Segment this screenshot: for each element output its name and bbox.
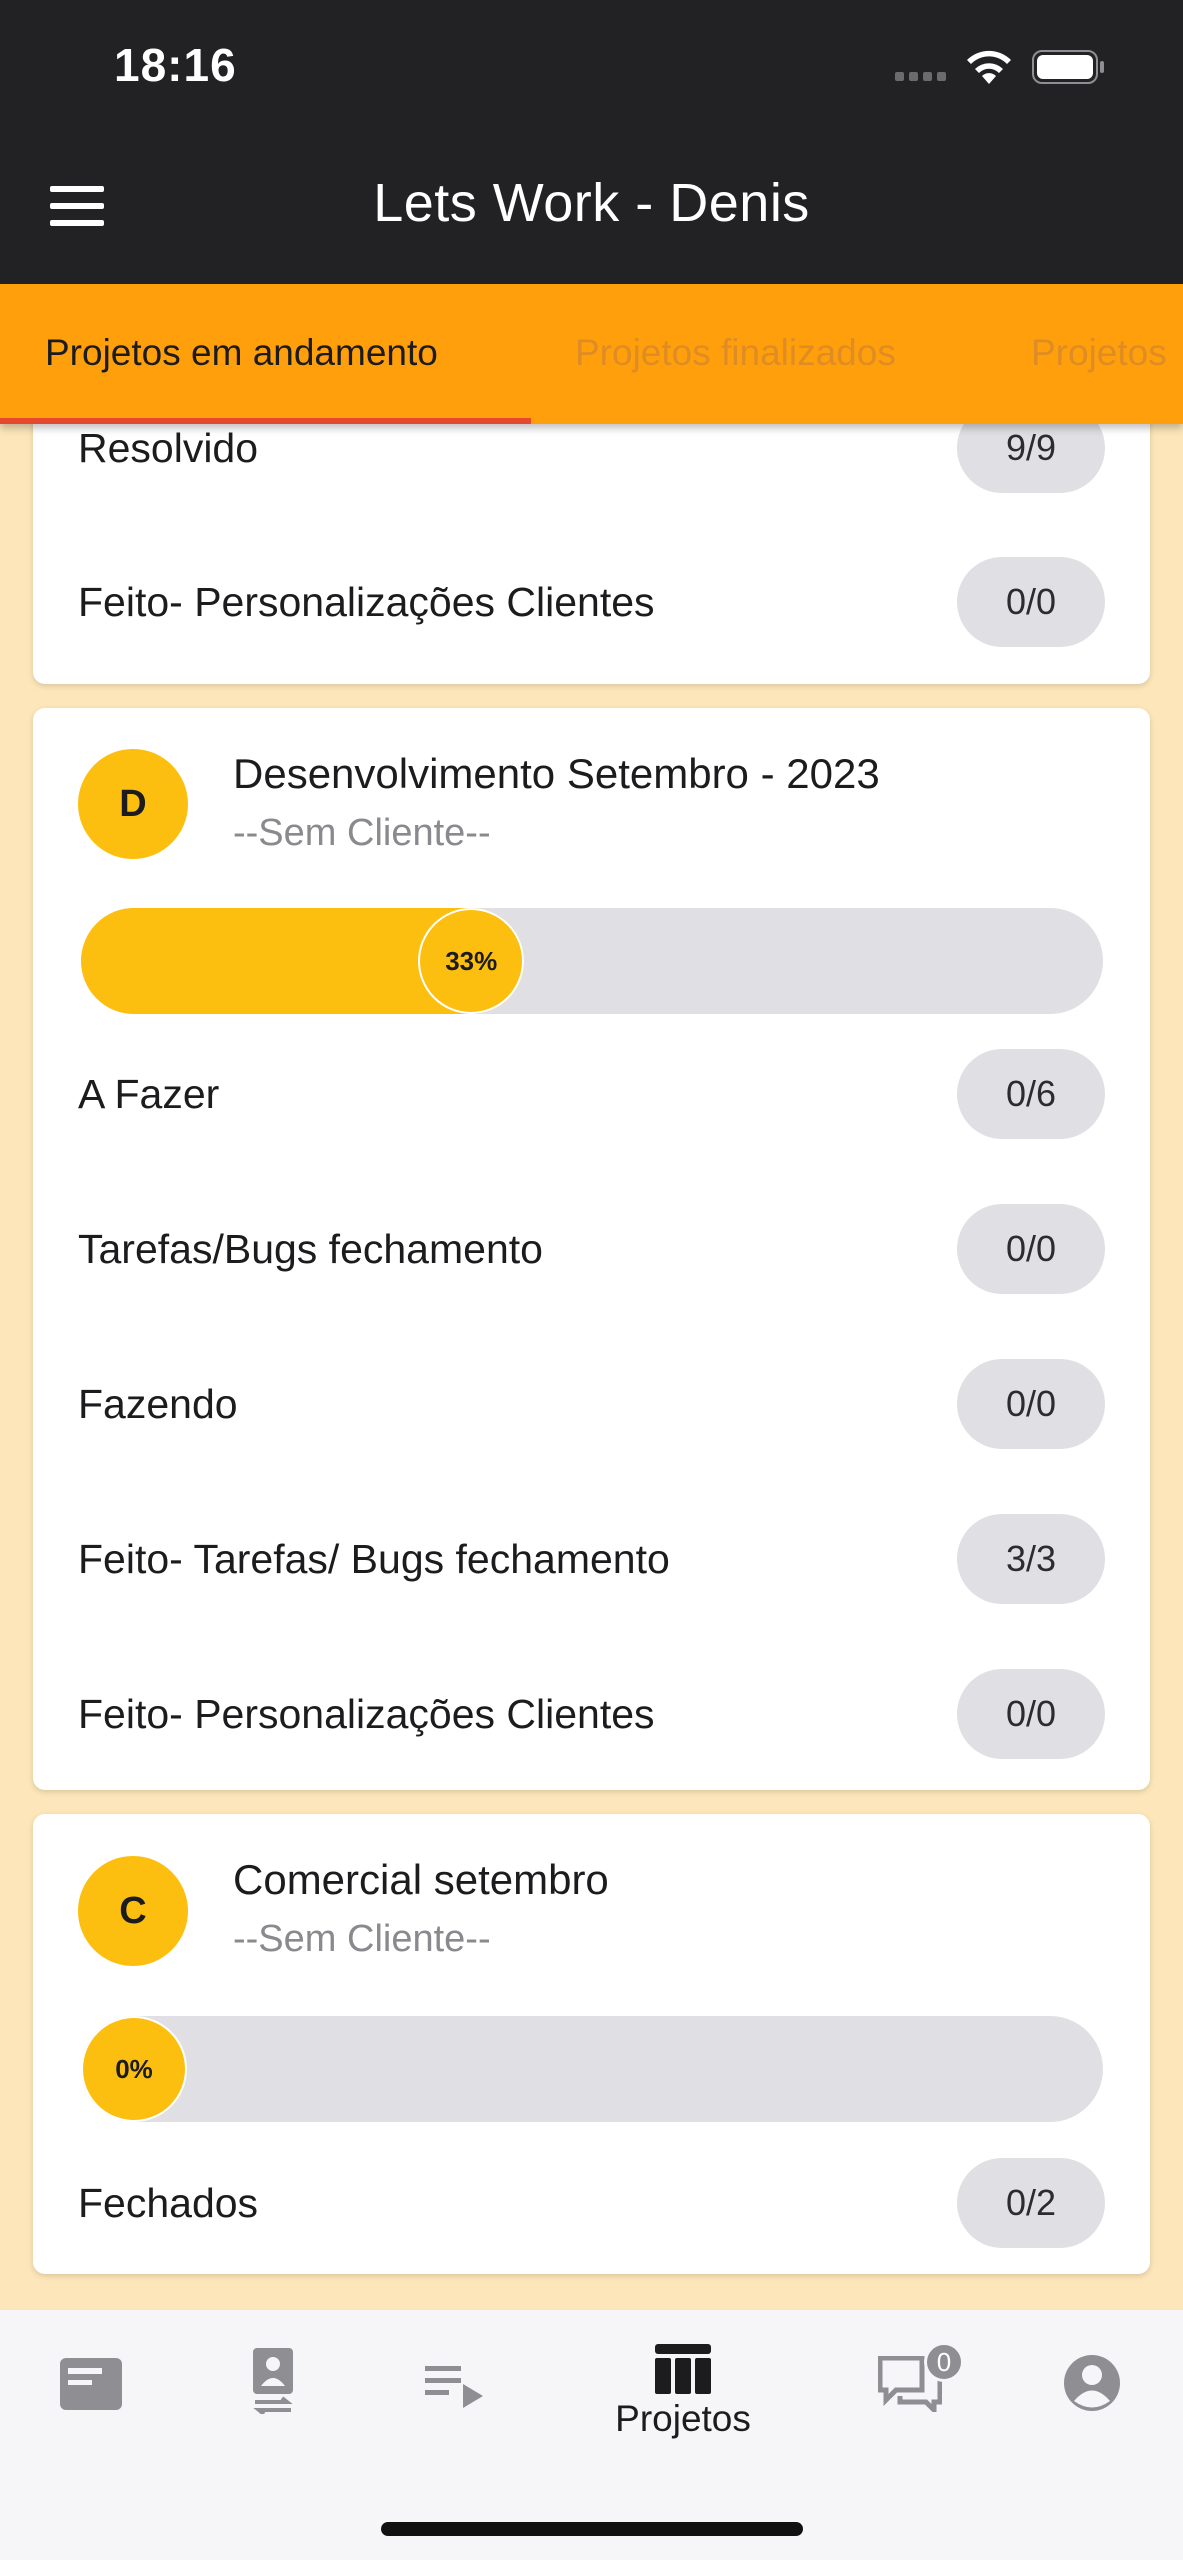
card-icon xyxy=(60,2358,122,2410)
count-badge: 0/6 xyxy=(957,1049,1105,1139)
wifi-icon xyxy=(967,50,1011,84)
list-item-label: Feito- Tarefas/ Bugs fechamento xyxy=(78,1535,670,1582)
cellular-signal-icon xyxy=(895,72,946,81)
project-title: Desenvolvimento Setembro - 2023 xyxy=(233,750,880,797)
list-item[interactable]: Feito- Tarefas/ Bugs fechamento 3/3 xyxy=(78,1514,1105,1604)
list-item[interactable]: Fazendo 0/0 xyxy=(78,1359,1105,1449)
nav-projetos[interactable]: Projetos xyxy=(615,2340,751,2460)
count-badge: 9/9 xyxy=(957,424,1105,493)
list-item[interactable]: Feito- Personalizações Clientes 0/0 xyxy=(78,1669,1105,1759)
nav-chat[interactable]: 0 xyxy=(850,2340,970,2460)
project-card: Resolvido 9/9 Feito- Personalizações Cli… xyxy=(33,424,1150,684)
profile-icon xyxy=(1064,2355,1120,2411)
contact-transfer-icon xyxy=(253,2348,293,2414)
battery-icon xyxy=(1032,50,1104,84)
avatar: C xyxy=(78,1856,188,1966)
list-item-label: Resolvido xyxy=(78,424,259,471)
playlist-icon xyxy=(425,2366,483,2408)
list-item[interactable]: Fechados 0/2 xyxy=(78,2158,1105,2248)
app-title: Lets Work - Denis xyxy=(373,173,810,233)
list-item-label: Fechados xyxy=(78,2179,259,2226)
tab-projects-finished[interactable]: Projetos finalizados xyxy=(575,332,896,374)
nav-contacts[interactable] xyxy=(213,2340,333,2460)
project-client: --Sem Cliente-- xyxy=(233,1918,491,1960)
count-badge: 0/2 xyxy=(957,2158,1105,2248)
project-list[interactable]: Resolvido 9/9 Feito- Personalizações Cli… xyxy=(0,424,1183,2310)
nav-label-projetos: Projetos xyxy=(615,2398,751,2439)
list-item-label: Tarefas/Bugs fechamento xyxy=(78,1225,543,1272)
app-header: 18:16 Lets Work - Denis xyxy=(0,0,1183,284)
list-item-label: A Fazer xyxy=(78,1070,220,1117)
tab-bar: Projetos em andamento Projetos finalizad… xyxy=(0,284,1183,424)
nav-cards[interactable] xyxy=(31,2340,151,2460)
count-badge: 0/0 xyxy=(957,557,1105,647)
list-item[interactable]: Tarefas/Bugs fechamento 0/0 xyxy=(78,1204,1105,1294)
tab-projects-other[interactable]: Projetos xyxy=(1031,332,1167,374)
count-badge: 0/0 xyxy=(957,1204,1105,1294)
status-time: 18:16 xyxy=(114,39,237,91)
home-indicator xyxy=(381,2522,803,2536)
list-item[interactable]: Resolvido 9/9 xyxy=(78,424,1105,493)
progress-bar: 0% xyxy=(81,2016,1103,2122)
progress-percent: 33% xyxy=(418,908,525,1014)
count-badge: 0/0 xyxy=(957,1359,1105,1449)
chat-count-badge: 0 xyxy=(924,2342,964,2382)
list-item-label: Fazendo xyxy=(78,1380,238,1427)
count-badge: 3/3 xyxy=(957,1514,1105,1604)
table-icon xyxy=(655,2344,711,2394)
nav-profile[interactable] xyxy=(1032,2340,1152,2460)
project-card[interactable]: C Comercial setembro --Sem Cliente-- 0% … xyxy=(33,1814,1150,2274)
progress-bar: 33% xyxy=(81,908,1103,1014)
project-card[interactable]: D Desenvolvimento Setembro - 2023 --Sem … xyxy=(33,708,1150,1790)
list-item[interactable]: A Fazer 0/6 xyxy=(78,1049,1105,1139)
project-client: --Sem Cliente-- xyxy=(233,812,491,854)
tab-projects-in-progress[interactable]: Projetos em andamento xyxy=(45,332,438,374)
nav-playlist[interactable] xyxy=(395,2340,515,2460)
avatar: D xyxy=(78,749,188,859)
project-title: Comercial setembro xyxy=(233,1856,609,1903)
list-item[interactable]: Feito- Personalizações Clientes 0/0 xyxy=(78,557,1105,647)
list-item-label: Feito- Personalizações Clientes xyxy=(78,1690,655,1737)
list-item-label: Feito- Personalizações Clientes xyxy=(78,578,655,625)
count-badge: 0/0 xyxy=(957,1669,1105,1759)
progress-percent: 0% xyxy=(81,2016,187,2122)
tab-indicator xyxy=(0,418,531,424)
